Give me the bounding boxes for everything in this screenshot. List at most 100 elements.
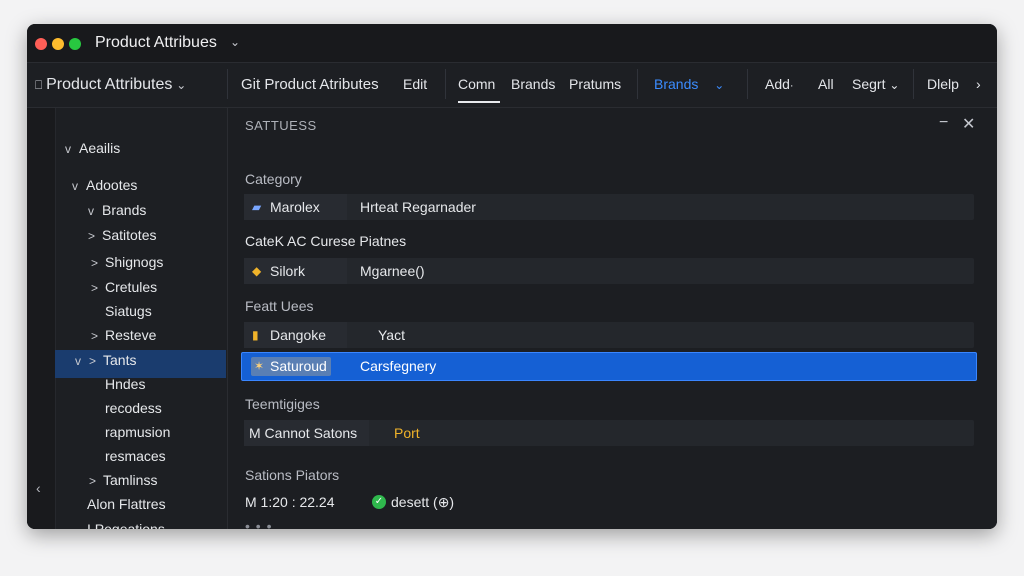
tree-item-label: Tants <box>103 352 137 368</box>
attribute-name: M Cannot Satons <box>249 425 358 441</box>
sort-dropdown[interactable]: Segrt ⌄ <box>852 76 899 92</box>
maximize-window-button[interactable] <box>69 38 81 50</box>
tab-brands[interactable]: Brands <box>511 76 555 92</box>
window-title: Product Attribues <box>95 34 217 51</box>
tree-item-label: recodess <box>105 400 162 416</box>
tree-item-label: Brands <box>102 202 147 218</box>
tree-item-label: Pegeations <box>94 521 165 529</box>
dropdown-dot-icon: · <box>789 80 794 92</box>
tree-item[interactable]: recodess <box>105 400 162 416</box>
bar-icon: I <box>87 521 95 529</box>
tree-item[interactable]: > Tamlinss <box>89 472 157 488</box>
attribute-value: Port <box>394 425 420 441</box>
tree-item-label: rapmusion <box>105 424 171 440</box>
tree-item[interactable]: Hndes <box>105 376 145 392</box>
title-bar: Product Attribues ⌄ <box>27 24 997 63</box>
tree-item-label: Siatugs <box>105 303 152 319</box>
tree-item[interactable]: resmaces <box>105 448 166 464</box>
toolbar: ⎕ Product Attributes ⌄ Git Product Atrib… <box>27 63 997 108</box>
minimize-window-button[interactable] <box>52 38 64 50</box>
tree-item-label: Adootes <box>86 177 138 193</box>
more-icon[interactable]: › <box>976 76 981 92</box>
folder-icon: ▮ <box>252 328 259 342</box>
chevron-right-icon: > <box>88 229 96 243</box>
close-icon[interactable]: ✕ <box>962 114 975 134</box>
active-tab-indicator <box>458 101 500 103</box>
panel-title: SATTUESS <box>245 118 317 133</box>
chevron-right-icon: > <box>89 354 97 368</box>
section-label: CateK AC Curese Piatnes <box>245 233 407 249</box>
tree-item-label: Aeailis <box>79 140 121 156</box>
tab-comn[interactable]: Comn <box>458 76 495 92</box>
app-window: Product Attribues ⌄ ⎕ Product Attributes… <box>27 24 997 529</box>
sidebar: ‹ v Aeailis v Adootes v Brands > Satitotes >… <box>27 108 228 529</box>
help-menu[interactable]: Dlelp <box>927 76 959 92</box>
close-window-button[interactable] <box>35 38 47 50</box>
attribute-row[interactable]: ▰ Marolex Hrteat Regarnader <box>244 194 974 220</box>
attribute-name: Dangoke <box>270 327 327 343</box>
add-label: Add <box>765 76 790 92</box>
tree-item[interactable]: v Brands <box>88 202 146 218</box>
tree-item[interactable]: > Satitotes <box>88 227 156 243</box>
more-dots-icon[interactable]: • • • <box>245 518 272 529</box>
chevron-right-icon: > <box>89 474 97 488</box>
check-icon: ✓ <box>372 495 386 509</box>
tree-item-label: Satitotes <box>102 227 157 243</box>
section-label: Sations Piators <box>245 467 340 483</box>
doc-icon: ▰ <box>252 200 262 214</box>
lock-icon: ⎕ <box>35 78 43 92</box>
chevron-down-icon: ⌄ <box>714 78 725 92</box>
workspace-selector[interactable]: ⎕ Product Attributes ⌄ <box>35 76 186 94</box>
tree-item-label: Hndes <box>105 376 146 392</box>
chevron-down-icon: ⌄ <box>176 78 187 92</box>
section-label: Category <box>245 171 302 187</box>
tree-item-label: Shignogs <box>105 254 164 270</box>
attribute-name: Marolex <box>270 199 320 215</box>
chevron-down-icon: v <box>75 354 81 368</box>
tree-item-label: Resteve <box>105 327 157 343</box>
star-icon: ✶ <box>254 359 265 373</box>
tab-pratums[interactable]: Pratums <box>569 76 621 92</box>
attribute-name: Saturoud <box>270 358 327 374</box>
sidebar-gutter: ‹ <box>27 108 56 529</box>
tree-item[interactable]: > Cretules <box>91 279 157 295</box>
attribute-value: Yact <box>378 327 405 343</box>
chevron-left-icon[interactable]: ‹ <box>36 480 41 496</box>
minimize-panel-icon[interactable]: − <box>939 114 948 132</box>
status-time: M 1:20 : 22.24 <box>245 494 335 510</box>
chevron-down-icon: v <box>72 179 78 193</box>
tag-icon: ◆ <box>252 264 262 278</box>
attribute-row[interactable]: M Cannot Satons Port <box>244 420 974 446</box>
tree-item-label: resmaces <box>105 448 166 464</box>
tree-item[interactable]: Alon Flattres <box>87 496 166 512</box>
brands-dropdown[interactable]: Brands ⌄ <box>654 76 724 92</box>
chevron-down-icon: v <box>65 142 71 156</box>
sort-label: Segrt <box>852 76 886 92</box>
attribute-name: Silork <box>270 263 306 279</box>
tree-item[interactable]: v Adootes <box>72 177 137 193</box>
tree-item[interactable]: > Shignogs <box>91 254 163 270</box>
attribute-row[interactable]: ▮ Dangoke Yact <box>244 322 974 348</box>
tree-item[interactable]: rapmusion <box>105 424 170 440</box>
status-value: desett (⊕) <box>391 494 455 510</box>
attribute-value: Mgarnee() <box>360 263 425 279</box>
toolbar-title: Git Product Atributes <box>241 76 379 93</box>
tree-item-label: Tamlinss <box>103 472 158 488</box>
tree-item[interactable]: > Resteve <box>91 327 156 343</box>
attribute-row[interactable]: ◆ Silork Mgarnee() <box>244 258 974 284</box>
tree-item[interactable]: v Aeailis <box>65 140 120 156</box>
chevron-down-icon[interactable]: ⌄ <box>230 35 240 49</box>
tree-item-label: Alon Flattres <box>87 496 166 512</box>
chevron-down-icon: ⌄ <box>889 78 900 92</box>
attribute-value: Carsfegnery <box>360 358 437 374</box>
section-label: Teemtigiges <box>245 396 320 412</box>
all-button[interactable]: All <box>818 76 834 92</box>
tree-item[interactable]: Siatugs <box>105 303 152 319</box>
attributes-panel: SATTUESS − ✕ Category ▰ Marolex Hrteat R… <box>228 108 997 529</box>
edit-menu[interactable]: Edit <box>403 76 427 92</box>
add-button[interactable]: Add· <box>765 76 794 92</box>
workspace-label: Product Attributes <box>46 76 173 93</box>
tree-item-selected[interactable]: v > Tants <box>75 352 136 368</box>
attribute-row-selected[interactable]: ✶ Saturoud Carsfegnery <box>241 352 977 381</box>
tree-item[interactable]: I Pegeations <box>87 521 165 529</box>
